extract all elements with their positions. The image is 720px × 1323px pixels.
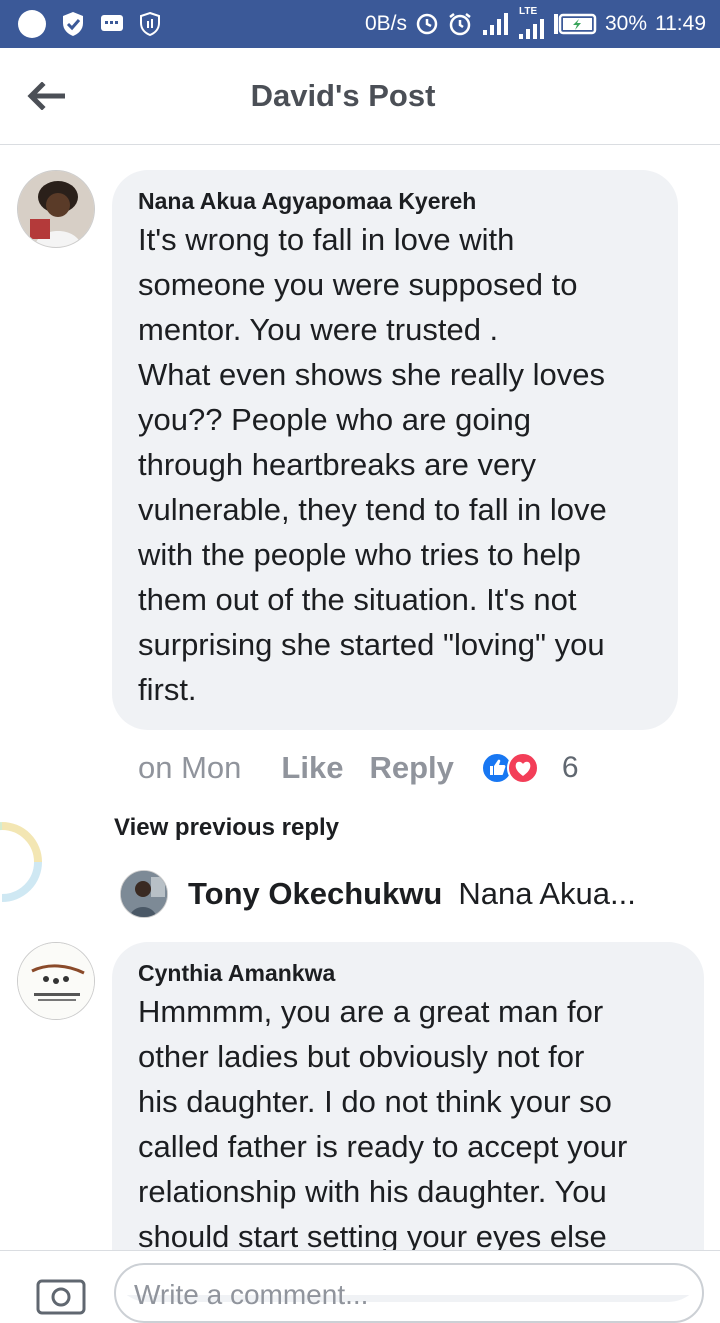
reactions[interactable] — [480, 751, 542, 785]
comment-line: first. — [138, 672, 197, 707]
lte-label: LTE — [518, 6, 538, 17]
comment-line: vulnerable, they tend to fall in love — [138, 492, 607, 527]
comment-line: mentor. You were trusted . — [138, 312, 499, 347]
like-button[interactable]: Like — [281, 750, 343, 786]
profile-photo-icon — [18, 171, 94, 247]
comment-line: his daughter. I do not think your so — [138, 1084, 612, 1119]
comment-line: them out of the situation. It's not — [138, 582, 577, 617]
avatar[interactable] — [17, 942, 95, 1020]
comment-author[interactable]: Nana Akua Agyapomaa Kyereh — [138, 188, 652, 215]
status-bar: 0B/s LTE 30% 11:49 — [0, 0, 720, 48]
comment-line: What even shows she really loves — [138, 357, 605, 392]
comment-bubble[interactable]: Cynthia Amankwa Hmmmm, you are a great m… — [112, 942, 704, 1302]
camera-icon[interactable] — [36, 1275, 88, 1315]
reply-button[interactable]: Reply — [369, 750, 453, 786]
comment-line: Hmmmm, you are a great man for — [138, 994, 604, 1029]
comment-line: surprising she started "loving" you — [138, 627, 605, 662]
comment-line: through heartbreaks are very — [138, 447, 537, 482]
signal-strength-icon — [482, 13, 508, 35]
notification-dot-icon — [18, 10, 46, 38]
comment-author[interactable]: Cynthia Amankwa — [138, 960, 678, 987]
comment-text: It's wrong to fall in love with someone … — [138, 217, 652, 712]
comment-line: someone you were supposed to — [138, 267, 578, 302]
message-icon — [101, 15, 123, 31]
comment-line: relationship with his daughter. You — [138, 1174, 607, 1209]
comment-line: It's wrong to fall in love with — [138, 222, 515, 257]
loading-spinner-icon — [0, 822, 42, 902]
battery-icon — [553, 13, 597, 35]
page-title: David's Post — [250, 78, 436, 113]
comment-meta: on Mon Like Reply 6 — [138, 746, 579, 790]
view-previous-reply-link[interactable]: View previous reply — [114, 814, 339, 842]
profile-photo-icon — [121, 871, 167, 917]
reaction-count[interactable]: 6 — [562, 751, 579, 785]
profile-photo-icon — [18, 943, 94, 1019]
reply-author[interactable]: Tony Okechukwu — [188, 876, 442, 912]
comment-input[interactable]: Write a comment... — [114, 1263, 704, 1323]
shield-check-icon — [63, 12, 83, 36]
comment-line: with the people who tries to help — [138, 537, 581, 572]
network-speed: 0B/s — [364, 12, 407, 35]
battery-percent: 30% — [604, 12, 647, 35]
comment-composer-bar: Write a comment... — [0, 1250, 720, 1323]
alarm-icon — [449, 13, 471, 36]
lte-signal-icon — [518, 19, 544, 39]
reply-text: Nana Akua... — [458, 876, 636, 911]
reply-preview[interactable]: Tony Okechukwu Nana Akua... — [120, 870, 636, 918]
avatar[interactable] — [120, 870, 168, 918]
comment-text: Hmmmm, you are a great man for other lad… — [138, 989, 678, 1259]
page-header: David's Post — [0, 48, 720, 145]
love-reaction-icon — [506, 752, 539, 784]
avatar[interactable] — [17, 170, 95, 248]
comment-line: called father is ready to accept your — [138, 1129, 628, 1164]
comment-timestamp[interactable]: on Mon — [138, 750, 241, 786]
data-saver-icon — [416, 13, 438, 35]
clock: 11:49 — [655, 12, 706, 35]
comment-line: you?? People who are going — [138, 402, 531, 437]
security-shield-icon — [140, 11, 160, 37]
comment-line: other ladies but obviously not for — [138, 1039, 585, 1074]
comment-bubble[interactable]: Nana Akua Agyapomaa Kyereh It's wrong to… — [112, 170, 678, 730]
